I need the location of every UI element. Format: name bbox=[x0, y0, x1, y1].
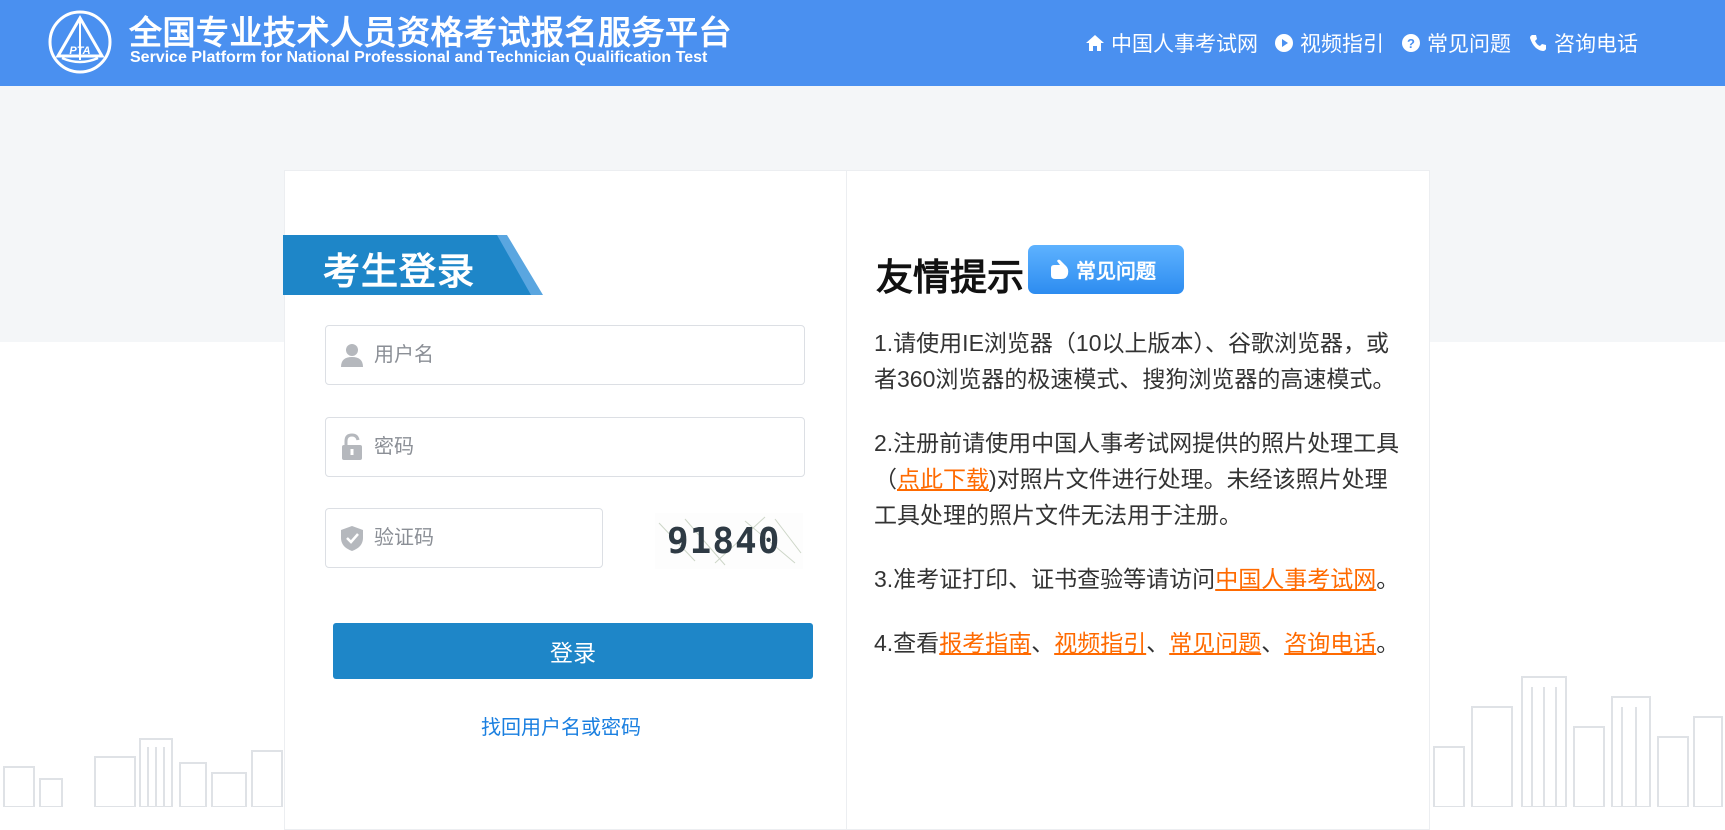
pointing-hand-icon bbox=[1051, 259, 1069, 279]
forgot-credentials-link[interactable]: 找回用户名或密码 bbox=[481, 711, 661, 740]
nav-faq-link[interactable]: ? 常见问题 bbox=[1401, 28, 1511, 58]
tips-faq-label: 常见问题 bbox=[1076, 261, 1156, 283]
pta-logo: PTA bbox=[48, 10, 112, 74]
cpta-link[interactable]: 中国人事考试网 bbox=[1215, 566, 1376, 592]
photo-tool-download-link[interactable]: 点此下载 bbox=[897, 466, 989, 492]
city-skyline-right bbox=[1433, 676, 1723, 807]
separator: 、 bbox=[1261, 630, 1285, 656]
nav-video-label: 视频指引 bbox=[1300, 33, 1384, 56]
logo-text: PTA bbox=[69, 45, 90, 57]
nav-phone-label: 咨询电话 bbox=[1554, 33, 1638, 56]
tip-item-3-text: 3.准考证打印、证书查验等请访问 bbox=[874, 566, 1216, 592]
captcha-field[interactable] bbox=[325, 508, 603, 568]
top-header: PTA 全国专业技术人员资格考试报名服务平台 Service Platform … bbox=[0, 0, 1725, 86]
hotline-link[interactable]: 咨询电话 bbox=[1284, 630, 1376, 656]
login-title: 考生登录 bbox=[323, 251, 475, 292]
password-field[interactable] bbox=[325, 417, 805, 477]
tips-list: 1.请使用IE浏览器（10以上版本）、谷歌浏览器，或者360浏览器的极速模式、搜… bbox=[874, 325, 1406, 689]
separator: 、 bbox=[1031, 630, 1055, 656]
nav-phone-link[interactable]: 咨询电话 bbox=[1528, 28, 1638, 58]
username-input[interactable] bbox=[372, 342, 804, 368]
tip-item-4-text: 4.查看 bbox=[874, 630, 940, 656]
password-input[interactable] bbox=[372, 434, 804, 460]
tips-title: 友情提示 bbox=[876, 257, 1024, 298]
lock-icon bbox=[342, 433, 362, 460]
captcha-input[interactable] bbox=[372, 525, 602, 551]
nav-cpta-label: 中国人事考试网 bbox=[1111, 33, 1258, 56]
faq-link[interactable]: 常见问题 bbox=[1169, 630, 1261, 656]
login-card: 考生登录 91840 登录 找回用户名或密码 友情提示 bbox=[283, 170, 1430, 830]
svg-text:?: ? bbox=[1407, 36, 1415, 51]
site-title: 全国专业技术人员资格考试报名服务平台 bbox=[129, 14, 732, 51]
tip-item-4-text-end: 。 bbox=[1376, 630, 1400, 656]
nav-cpta-link[interactable]: 中国人事考试网 bbox=[1085, 28, 1258, 58]
captcha-image[interactable]: 91840 bbox=[655, 513, 803, 569]
user-icon bbox=[341, 344, 363, 367]
question-icon: ? bbox=[1402, 34, 1420, 52]
site-subtitle: Service Platform for National Profession… bbox=[130, 49, 708, 66]
exam-guide-link[interactable]: 报考指南 bbox=[939, 630, 1031, 656]
tip-item-2: 2.注册前请使用中国人事考试网提供的照片处理工具（点此下载)对照片文件进行处理。… bbox=[874, 425, 1406, 533]
tip-item-3: 3.准考证打印、证书查验等请访问中国人事考试网。 bbox=[874, 561, 1406, 597]
tip-item-1: 1.请使用IE浏览器（10以上版本）、谷歌浏览器，或者360浏览器的极速模式、搜… bbox=[874, 330, 1396, 392]
nav-video-link[interactable]: 视频指引 bbox=[1274, 28, 1384, 58]
tips-faq-button[interactable]: 常见问题 bbox=[1028, 245, 1184, 294]
phone-icon bbox=[1530, 35, 1546, 51]
tip-item-4: 4.查看报考指南、视频指引、常见问题、咨询电话。 bbox=[874, 625, 1406, 661]
shield-icon bbox=[341, 526, 363, 551]
card-divider bbox=[846, 171, 847, 829]
captcha-text: 91840 bbox=[667, 521, 780, 562]
home-icon bbox=[1086, 35, 1104, 51]
login-button[interactable]: 登录 bbox=[333, 623, 813, 679]
separator: 、 bbox=[1146, 630, 1170, 656]
username-field[interactable] bbox=[325, 325, 805, 385]
video-guide-link[interactable]: 视频指引 bbox=[1054, 630, 1146, 656]
city-skyline-left bbox=[3, 738, 283, 807]
tip-item-3-text-end: 。 bbox=[1376, 566, 1400, 592]
play-icon bbox=[1275, 34, 1293, 52]
nav-faq-label: 常见问题 bbox=[1427, 33, 1511, 56]
